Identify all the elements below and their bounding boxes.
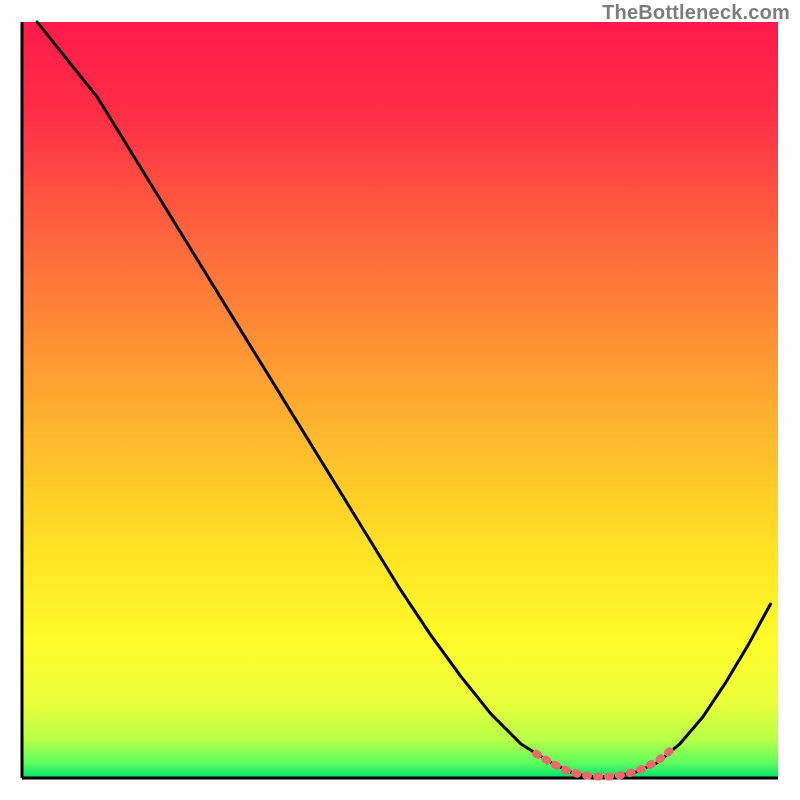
- plot-background: [22, 22, 778, 778]
- chart-container: TheBottleneck.com: [0, 0, 800, 800]
- attribution-label: TheBottleneck.com: [602, 2, 790, 25]
- bottleneck-chart: [0, 0, 800, 800]
